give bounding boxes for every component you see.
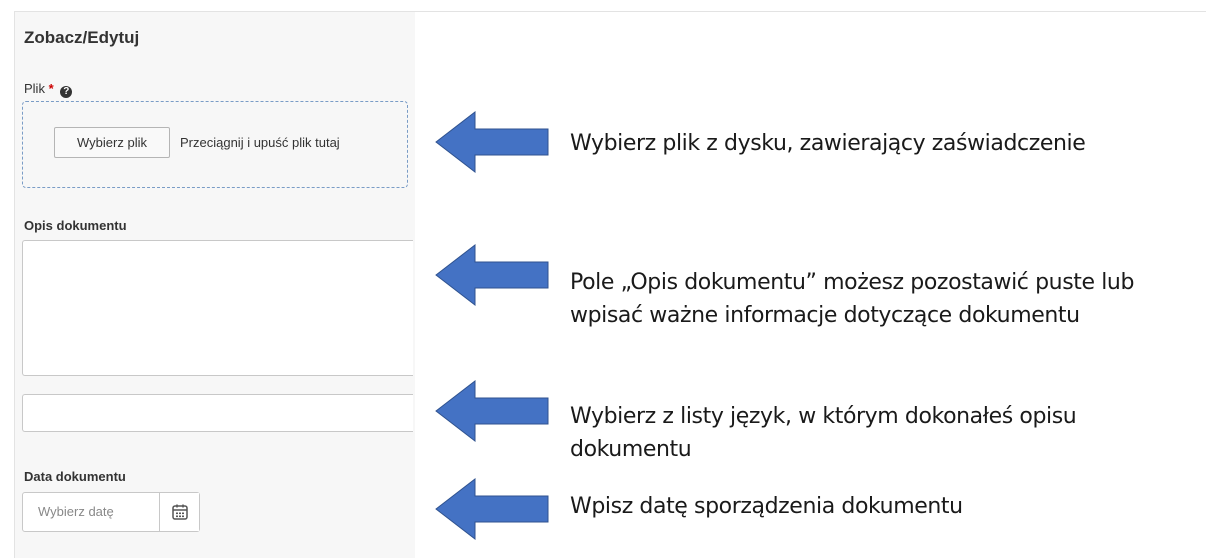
left-arrow-icon [435,111,549,173]
dropzone-hint: Przeciągnij i upuść plik tutaj [180,135,340,150]
date-label: Data dokumentu [24,469,126,484]
question-circle-icon[interactable]: ? [60,86,73,98]
date-input[interactable]: Wybierz datę [38,504,114,519]
file-label: Plik [24,81,45,96]
date-picker-button[interactable] [159,493,199,531]
annotation-language-line1: Wybierz z listy język, w którym dokonałe… [570,404,1077,429]
description-label: Opis dokumentu [24,218,127,233]
choose-file-button[interactable]: Wybierz plik [54,127,170,158]
annotation-file: Wybierz plik z dysku, zawierający zaświa… [570,131,1086,156]
calendar-icon [171,504,188,520]
annotation-description-line2: wpisać ważne informacje dotyczące dokume… [570,303,1080,328]
file-label-row: Plik * ? [24,81,73,98]
annotation-description-line1: Pole „Opis dokumentu” możesz pozostawić … [570,270,1135,295]
description-textarea[interactable] [22,240,413,376]
left-arrow-icon [435,380,549,442]
required-marker: * [48,81,54,96]
date-field[interactable]: Wybierz datę [22,492,200,532]
annotation-language-line2: dokumentu [570,437,692,462]
left-arrow-icon [435,478,549,540]
file-dropzone[interactable]: Wybierz plik Przeciągnij i upuść plik tu… [22,101,408,188]
left-arrow-icon [435,244,549,306]
annotation-date: Wpisz datę sporządzenia dokumentu [570,494,963,519]
page-title: Zobacz/Edytuj [24,28,140,47]
language-select[interactable] [22,394,413,432]
